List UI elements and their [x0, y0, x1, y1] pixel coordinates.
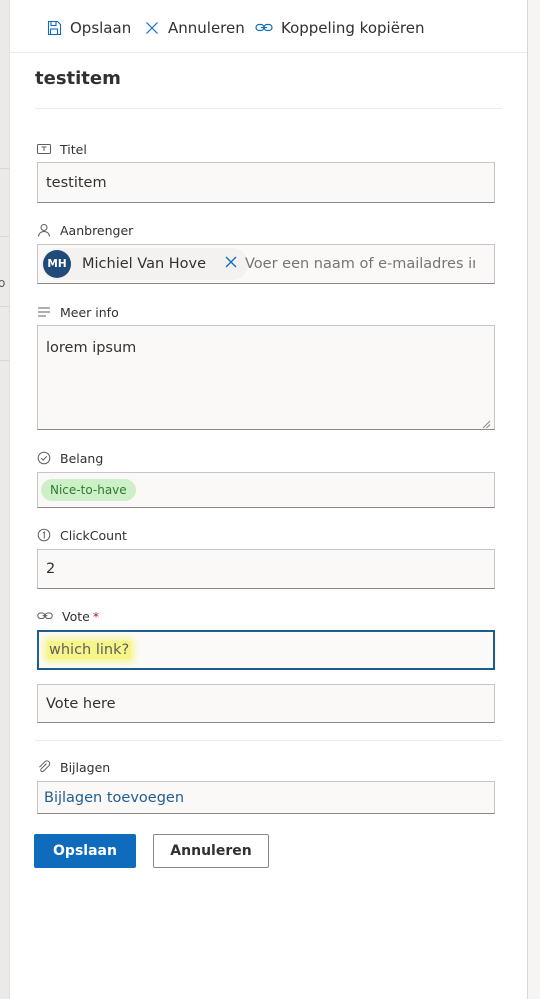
copy-link-command-label: Koppeling kopiëren — [281, 19, 425, 37]
add-attachments-link[interactable]: Bijlagen toevoegen — [44, 790, 184, 806]
item-title: testitem — [35, 68, 121, 89]
cancel-command-button[interactable]: Annuleren — [144, 16, 245, 40]
vote-url-input[interactable]: which link? — [37, 630, 495, 670]
importance-field-label-text: Belang — [60, 450, 104, 466]
edit-item-panel: Opslaan Annuleren Koppeling kopiëren tes… — [10, 0, 528, 999]
highlighted-text: which link? — [47, 641, 132, 659]
attachments-field-label: Bijlagen — [37, 758, 110, 776]
background-list-fragment: o — [0, 276, 6, 290]
save-command-label: Opslaan — [70, 19, 132, 37]
more-info-value: lorem ipsum — [46, 340, 137, 356]
divider — [0, 306, 9, 307]
link-icon — [37, 610, 62, 622]
multiline-text-icon — [37, 306, 60, 318]
section-divider — [35, 740, 502, 741]
save-button[interactable]: Opslaan — [34, 834, 136, 868]
cancel-command-label: Annuleren — [168, 19, 245, 37]
people-picker[interactable]: MH Michiel Van Hove — [37, 244, 495, 284]
importance-tag: Nice-to-have — [41, 479, 136, 501]
importance-field-label: Belang — [37, 449, 103, 467]
more-info-field-label: Meer info — [37, 303, 119, 321]
text-field-icon — [37, 143, 60, 155]
attachments-field-label-text: Bijlagen — [60, 759, 111, 775]
divider — [0, 360, 9, 361]
title-divider — [35, 108, 502, 109]
number-icon — [37, 528, 60, 542]
clickcount-field-label-text: ClickCount — [60, 527, 127, 543]
title-input-value: testitem — [46, 174, 107, 191]
submitter-field-label-text: Aanbrenger — [60, 222, 134, 238]
importance-choice-field[interactable]: Nice-to-have — [37, 472, 495, 508]
submitter-field-label: Aanbrenger — [37, 221, 133, 239]
title-field-label-text: Titel — [60, 141, 87, 157]
vote-description-input[interactable]: Vote here — [37, 684, 495, 723]
clickcount-value: 2 — [46, 561, 56, 577]
scrollbar-track[interactable] — [528, 0, 540, 999]
people-search-input[interactable] — [245, 256, 475, 272]
cancel-button[interactable]: Annuleren — [153, 834, 269, 868]
background-list-edge: o — [0, 0, 10, 999]
more-info-field-label-text: Meer info — [60, 304, 119, 320]
title-input[interactable]: testitem — [37, 162, 495, 203]
remove-person-button[interactable] — [224, 255, 238, 273]
save-command-button[interactable]: Opslaan — [46, 16, 131, 40]
copy-link-command-button[interactable]: Koppeling kopiëren — [255, 16, 425, 40]
divider — [0, 236, 9, 237]
vote-url-value: which link? — [47, 641, 132, 659]
more-info-textarea[interactable]: lorem ipsum — [37, 325, 495, 430]
persona-chip: MH Michiel Van Hove — [41, 248, 249, 280]
paperclip-icon — [37, 760, 60, 774]
vote-field-label-text: Vote — [62, 608, 90, 624]
link-icon — [255, 20, 281, 36]
close-icon — [224, 255, 238, 273]
close-icon — [144, 20, 168, 36]
title-field-label: Titel — [37, 140, 87, 158]
persona-name: Michiel Van Hove — [82, 256, 207, 272]
divider — [0, 168, 9, 169]
vote-description-value: Vote here — [46, 695, 116, 712]
avatar: MH — [43, 250, 71, 278]
attachments-box: Bijlagen toevoegen — [37, 781, 495, 814]
clickcount-input[interactable]: 2 — [37, 549, 495, 589]
clickcount-field-label: ClickCount — [37, 526, 127, 544]
resize-handle[interactable] — [482, 417, 491, 429]
required-marker: * — [92, 608, 100, 624]
person-icon — [37, 223, 60, 237]
vote-field-label: Vote * — [37, 607, 99, 625]
command-bar: Opslaan Annuleren Koppeling kopiëren — [10, 0, 527, 53]
choice-icon — [37, 451, 60, 465]
save-icon — [46, 20, 70, 36]
